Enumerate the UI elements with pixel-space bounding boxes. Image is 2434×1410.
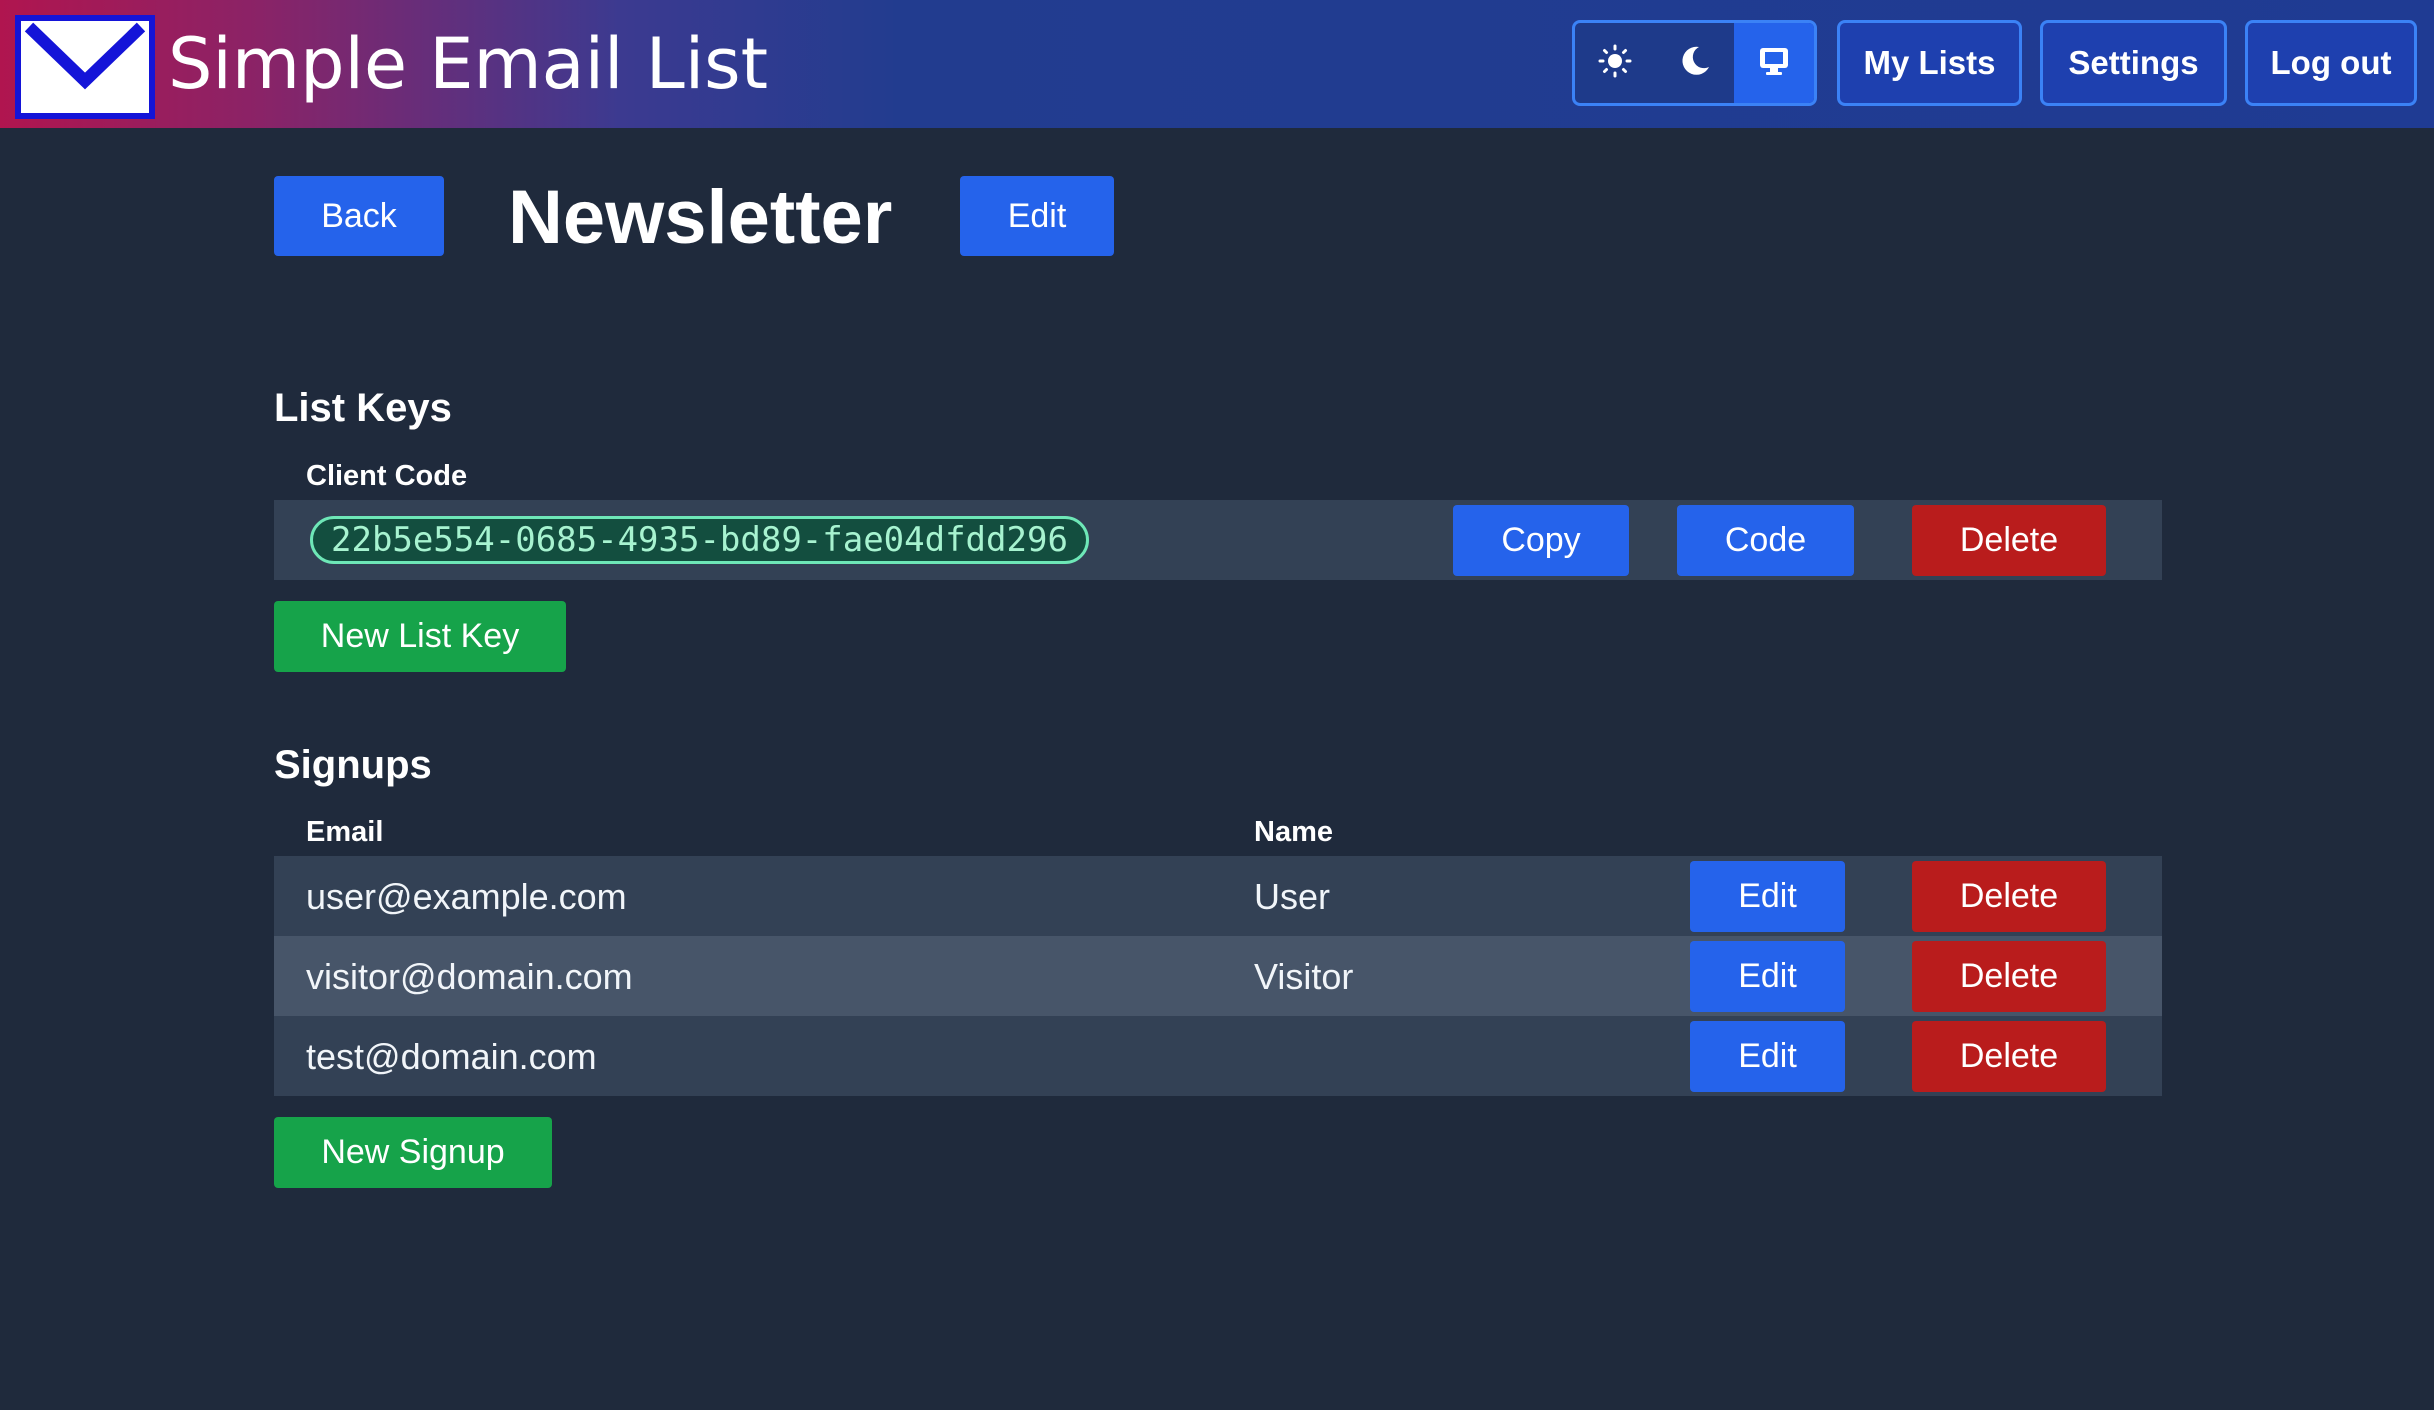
delete-signup-button[interactable]: Delete bbox=[1912, 1021, 2106, 1092]
logout-button[interactable]: Log out bbox=[2245, 20, 2417, 106]
app-title[interactable]: Simple Email List bbox=[168, 18, 768, 110]
edit-signup-button[interactable]: Edit bbox=[1690, 941, 1845, 1012]
edit-signup-button[interactable]: Edit bbox=[1690, 1021, 1845, 1092]
my-lists-button[interactable]: My Lists bbox=[1837, 20, 2022, 106]
client-code-value: 22b5e554-0685-4935-bd89-fae04dfdd296 bbox=[310, 516, 1089, 564]
system-theme-button[interactable] bbox=[1734, 23, 1814, 103]
new-list-key-button[interactable]: New List Key bbox=[274, 601, 566, 672]
email-column-header: Email bbox=[306, 816, 384, 848]
top-header: Simple Email List My Lists Settings Log … bbox=[0, 0, 2434, 128]
delete-signup-button[interactable]: Delete bbox=[1912, 861, 2106, 932]
settings-button[interactable]: Settings bbox=[2040, 20, 2227, 106]
moon-icon bbox=[1677, 43, 1713, 83]
signups-heading: Signups bbox=[274, 743, 432, 787]
signup-email: test@domain.com bbox=[306, 1036, 597, 1077]
name-column-header: Name bbox=[1254, 816, 1333, 848]
new-signup-button[interactable]: New Signup bbox=[274, 1117, 552, 1188]
envelope-logo-icon[interactable] bbox=[15, 15, 155, 119]
edit-signup-button[interactable]: Edit bbox=[1690, 861, 1845, 932]
signup-name: User bbox=[1254, 876, 1331, 917]
light-theme-button[interactable] bbox=[1575, 23, 1655, 103]
signup-email: user@example.com bbox=[306, 876, 627, 917]
client-code-column-header: Client Code bbox=[306, 460, 468, 492]
back-button[interactable]: Back bbox=[274, 176, 444, 256]
list-keys-heading: List Keys bbox=[274, 386, 452, 430]
delete-signup-button[interactable]: Delete bbox=[1912, 941, 2106, 1012]
monitor-icon bbox=[1757, 44, 1791, 82]
signup-email: visitor@domain.com bbox=[306, 956, 633, 997]
sun-icon bbox=[1598, 44, 1632, 82]
signup-name: Visitor bbox=[1254, 956, 1354, 997]
dark-theme-button[interactable] bbox=[1655, 23, 1735, 103]
copy-key-button[interactable]: Copy bbox=[1453, 505, 1629, 576]
code-key-button[interactable]: Code bbox=[1677, 505, 1854, 576]
page-title: Newsletter bbox=[508, 175, 893, 260]
theme-switcher bbox=[1572, 20, 1817, 106]
delete-key-button[interactable]: Delete bbox=[1912, 505, 2106, 576]
edit-list-button[interactable]: Edit bbox=[960, 176, 1114, 256]
